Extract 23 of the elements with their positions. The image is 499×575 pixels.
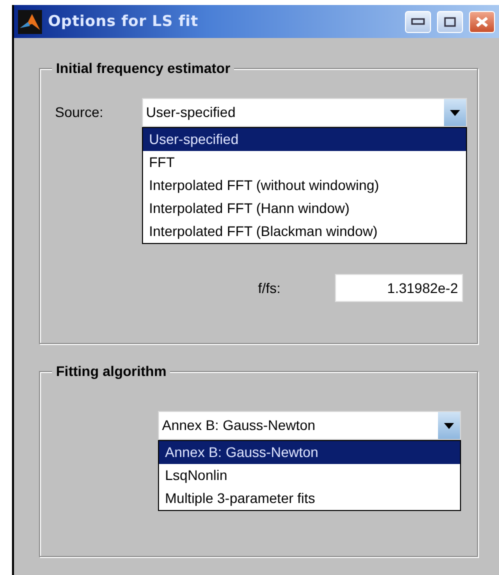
dropdown-option[interactable]: Interpolated FFT (without windowing) xyxy=(143,174,466,197)
dropdown-value: User-specified xyxy=(145,103,236,122)
window-title: Options for LS fit xyxy=(48,11,198,32)
minimize-button[interactable] xyxy=(405,10,431,32)
dropdown-option[interactable]: User-specified xyxy=(143,128,466,151)
maximize-icon xyxy=(444,16,456,26)
dropdown-option[interactable]: Annex B: Gauss-Newton xyxy=(159,441,460,464)
dropdown-option[interactable]: LsqNonlin xyxy=(159,464,460,487)
dropdown-option[interactable]: Interpolated FFT (Hann window) xyxy=(143,197,466,220)
dropdown-option[interactable]: Interpolated FFT (Blackman window) xyxy=(143,220,466,243)
ratio-field[interactable]: 1.31982e-2 xyxy=(335,274,463,302)
ratio-label: f/fs: xyxy=(258,278,282,298)
dropdown-field[interactable]: User-specified xyxy=(142,98,467,127)
close-icon xyxy=(475,16,489,28)
close-button[interactable] xyxy=(469,10,495,32)
dropdown-value: Annex B: Gauss-Newton xyxy=(161,416,316,435)
dropdown-field[interactable]: Annex B: Gauss-Newton xyxy=(158,411,461,440)
app-logo-icon xyxy=(18,10,42,34)
dropdown-option[interactable]: Multiple 3-parameter fits xyxy=(159,487,460,510)
maximize-button[interactable] xyxy=(437,10,463,32)
dropdown-option[interactable]: FFT xyxy=(143,151,466,174)
source-label: Source: xyxy=(55,103,104,122)
minimize-icon xyxy=(411,18,425,26)
